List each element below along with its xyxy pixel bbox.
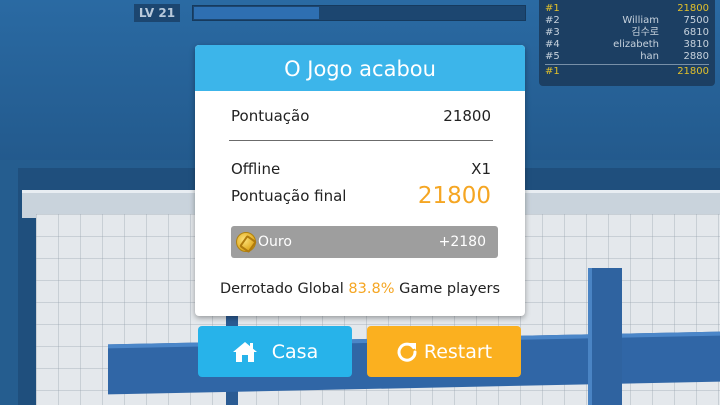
home-button-label: Casa	[271, 340, 319, 363]
final-score-label: Pontuação final	[231, 187, 347, 205]
defeat-suffix: Game players	[399, 281, 501, 297]
gold-reward: Ouro +2180	[231, 226, 498, 258]
leaderboard-rank: #2	[545, 15, 560, 26]
leaderboard-rank: #1	[545, 3, 560, 14]
gold-value: +2180	[438, 234, 486, 250]
restart-icon	[396, 341, 418, 363]
restart-button[interactable]: Restart	[367, 326, 521, 377]
dialog-title: O Jogo acabou	[195, 45, 525, 91]
coin-icon	[236, 232, 256, 252]
home-button[interactable]: Casa	[198, 326, 352, 377]
offline-label: Offline	[231, 160, 281, 178]
leaderboard-self-row: #1 21800	[545, 66, 709, 78]
xp-progress-fill	[194, 7, 319, 19]
final-score-value: 21800	[417, 183, 491, 209]
leaderboard-name: elizabeth	[613, 39, 659, 50]
level-badge: LV 21	[134, 4, 180, 22]
leaderboard-name	[565, 3, 669, 15]
leaderboard-score: 7500	[683, 15, 709, 26]
leaderboard-score: 21800	[677, 66, 709, 77]
arena-beam-vertical	[588, 268, 622, 405]
leaderboard-row: #2 William 7500	[545, 15, 709, 27]
defeat-percentage: 83.8%	[348, 281, 395, 297]
final-score-row: Pontuação final 21800	[231, 183, 491, 209]
leaderboard-name: han	[640, 51, 659, 62]
offline-row: Offline X1	[231, 160, 491, 178]
leaderboard-row: #3 김수로 6810	[545, 27, 709, 39]
leaderboard-name: 김수로	[631, 27, 659, 38]
leaderboard-name: William	[622, 15, 659, 26]
score-divider	[229, 140, 493, 141]
defeat-summary: Derrotado Global 83.8% Game players	[195, 281, 525, 297]
leaderboard-name	[565, 66, 669, 78]
gold-label: Ouro	[258, 234, 292, 250]
xp-progress-bar	[192, 5, 526, 21]
restart-button-label: Restart	[423, 340, 493, 363]
score-row: Pontuação 21800	[231, 107, 491, 125]
leaderboard-score: 3810	[683, 39, 709, 50]
leaderboard-score: 2880	[683, 51, 709, 62]
leaderboard-row: #5 han 2880	[545, 51, 709, 63]
leaderboard-rank: #5	[545, 51, 560, 62]
score-value: 21800	[443, 107, 491, 125]
house-icon	[232, 341, 258, 363]
leaderboard: #1 21800 #2 William 7500 #3 김수로 6810 #4 …	[539, 0, 715, 86]
offline-multiplier: X1	[471, 160, 491, 178]
score-label: Pontuação	[231, 107, 310, 125]
leaderboard-rank: #3	[545, 27, 560, 38]
leaderboard-row: #4 elizabeth 3810	[545, 39, 709, 51]
leaderboard-score: 6810	[683, 27, 709, 38]
leaderboard-rank: #1	[545, 66, 560, 77]
leaderboard-divider	[545, 64, 709, 65]
defeat-prefix: Derrotado Global	[219, 281, 344, 297]
leaderboard-score: 21800	[677, 3, 709, 14]
game-over-dialog: O Jogo acabou Pontuação 21800 Offline X1…	[195, 45, 525, 316]
leaderboard-rank: #4	[545, 39, 560, 50]
leaderboard-row: #1 21800	[545, 3, 709, 15]
